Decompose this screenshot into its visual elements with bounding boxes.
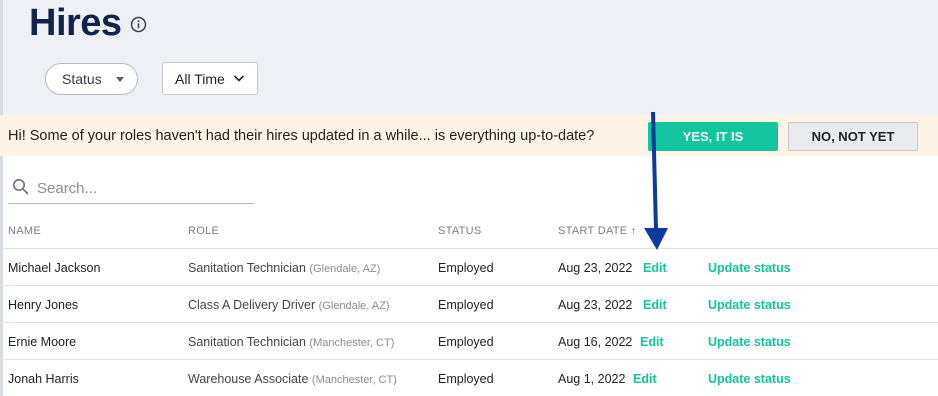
column-header-start-date[interactable]: START DATE ↑ (558, 225, 637, 237)
role-location: (Glendale, AZ) (309, 263, 381, 275)
update-status-link[interactable]: Update status (708, 298, 791, 312)
edit-link[interactable]: Edit (643, 261, 667, 275)
chevron-down-icon (233, 75, 245, 82)
hire-status: Employed (438, 335, 494, 349)
hire-name: Jonah Harris (8, 372, 79, 386)
search-bar (8, 172, 254, 204)
hire-status: Employed (438, 372, 494, 386)
table-row: Jonah Harris Warehouse Associate (Manche… (0, 360, 938, 396)
role-title: Class A Delivery Driver (188, 298, 316, 312)
role-location: (Manchester, CT) (311, 374, 397, 386)
edit-link[interactable]: Edit (640, 335, 664, 349)
edit-link[interactable]: Edit (633, 372, 657, 386)
hire-role: Warehouse Associate (Manchester, CT) (188, 372, 397, 386)
caret-down-icon (116, 77, 124, 82)
column-header-role[interactable]: ROLE (188, 225, 219, 237)
hire-role: Class A Delivery Driver (Glendale, AZ) (188, 298, 390, 312)
role-location: (Glendale, AZ) (318, 300, 390, 312)
hire-start-date: Aug 16, 2022 (558, 335, 633, 349)
page-title: Hires (29, 2, 122, 44)
banner-message: Hi! Some of your roles haven't had their… (8, 128, 595, 144)
hire-role: Sanitation Technician (Glendale, AZ) (188, 261, 380, 275)
update-status-link[interactable]: Update status (708, 335, 791, 349)
hires-page: Hires Status All Time Hi! Some of your r… (0, 0, 938, 396)
hire-start-date: Aug 1, 2022 (558, 372, 626, 386)
hire-role: Sanitation Technician (Manchester, CT) (188, 335, 394, 349)
table-row: Henry Jones Class A Delivery Driver (Gle… (0, 286, 938, 323)
hire-status: Employed (438, 298, 494, 312)
column-header-status[interactable]: STATUS (438, 225, 482, 237)
role-location: (Manchester, CT) (309, 337, 395, 349)
table-row: Ernie Moore Sanitation Technician (Manch… (0, 323, 938, 360)
hire-name: Henry Jones (8, 298, 79, 312)
status-filter-label: Status (62, 71, 102, 87)
hire-name: Ernie Moore (8, 335, 77, 349)
column-header-name[interactable]: NAME (8, 225, 41, 237)
role-title: Sanitation Technician (188, 335, 306, 349)
edit-link[interactable]: Edit (643, 298, 667, 312)
yes-it-is-button[interactable]: YES, IT IS (648, 122, 778, 151)
update-status-link[interactable]: Update status (708, 372, 791, 386)
update-status-link[interactable]: Update status (708, 261, 791, 275)
search-input[interactable] (37, 176, 247, 200)
hire-start-date: Aug 23, 2022 (558, 298, 633, 312)
hire-start-date: Aug 23, 2022 (558, 261, 633, 275)
time-range-select[interactable]: All Time (162, 62, 258, 95)
search-icon (13, 179, 29, 195)
role-title: Warehouse Associate (188, 372, 309, 386)
status-filter[interactable]: Status (45, 63, 138, 95)
hire-name: Michael Jackson (8, 261, 101, 275)
no-not-yet-button[interactable]: NO, NOT YET (788, 122, 918, 151)
info-icon[interactable] (130, 16, 147, 33)
hire-status: Employed (438, 261, 494, 275)
time-range-label: All Time (175, 70, 225, 87)
table-row: Michael Jackson Sanitation Technician (G… (0, 249, 938, 286)
page-header: Hires Status All Time (0, 0, 938, 115)
role-title: Sanitation Technician (188, 261, 306, 275)
